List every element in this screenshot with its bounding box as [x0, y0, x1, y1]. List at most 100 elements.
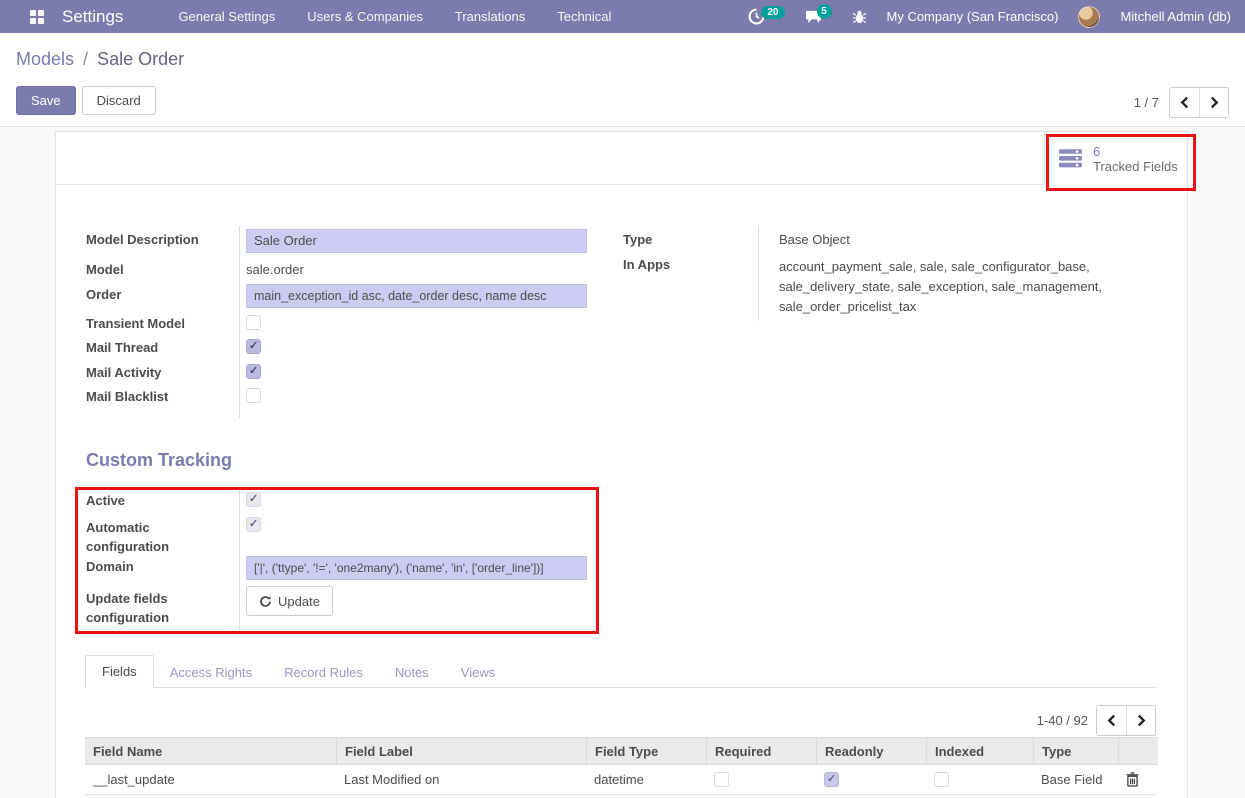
trash-icon: [1126, 772, 1139, 787]
form-sheet: 6 Tracked Fields Model Description Sale …: [55, 131, 1188, 798]
cell-field-name[interactable]: __last_update: [85, 765, 336, 794]
mail-activity-checkbox[interactable]: [246, 364, 261, 379]
cell-readonly-checkbox[interactable]: [824, 772, 839, 787]
navbar-right: 20 5 My Company (San Francisco) Mitchell…: [748, 6, 1245, 28]
fields-list-previous-button[interactable]: [1097, 706, 1126, 735]
mail-thread-checkbox[interactable]: [246, 339, 261, 354]
fields-table: Field Name Field Label Field Type Requir…: [85, 737, 1158, 795]
fields-list-next-button[interactable]: [1126, 706, 1155, 735]
in-apps-value: account_payment_sale, sale, sale_configu…: [779, 257, 1161, 317]
domain-input[interactable]: ['|', ('ttype', '!=', 'one2many'), ('nam…: [246, 556, 587, 580]
main-menu: General Settings Users & Companies Trans…: [178, 9, 611, 24]
user-menu[interactable]: Mitchell Admin (db): [1120, 9, 1231, 24]
previous-record-button[interactable]: [1170, 88, 1199, 117]
chevron-right-icon: [1137, 714, 1146, 727]
order-input[interactable]: main_exception_id asc, date_order desc, …: [246, 284, 587, 308]
menu-general-settings[interactable]: General Settings: [178, 9, 275, 24]
model-value: sale.order: [246, 262, 304, 277]
tracked-fields-label: Tracked Fields: [1093, 159, 1178, 174]
tracked-fields-button[interactable]: 6 Tracked Fields: [1044, 132, 1187, 185]
menu-translations[interactable]: Translations: [455, 9, 525, 24]
model-description-input[interactable]: Sale Order: [246, 229, 587, 253]
breadcrumb-models-link[interactable]: Models: [16, 49, 74, 69]
update-fields-configuration-label: Update fields configuration: [86, 589, 236, 627]
transient-model-label: Transient Model: [86, 316, 236, 331]
mail-activity-label: Mail Activity: [86, 365, 236, 380]
form-buttons: Save Discard: [16, 86, 156, 115]
type-value: Base Object: [779, 232, 850, 247]
breadcrumb: Models / Sale Order: [16, 49, 184, 70]
cell-indexed-checkbox[interactable]: [934, 772, 949, 787]
record-pager: 1 / 7: [1134, 87, 1229, 118]
update-button-label: Update: [278, 594, 320, 609]
update-button[interactable]: Update: [246, 586, 333, 616]
button-box: 6 Tracked Fields: [56, 132, 1187, 185]
header-type[interactable]: Type: [1033, 738, 1118, 764]
tracked-fields-count: 6: [1093, 144, 1178, 159]
bug-icon: [852, 9, 867, 25]
tab-access-rights[interactable]: Access Rights: [154, 657, 268, 688]
model-description-label: Model Description: [86, 232, 236, 247]
active-label: Active: [86, 493, 236, 508]
activities-button[interactable]: 20: [748, 8, 784, 25]
tracked-fields-icon: [1059, 149, 1083, 168]
mail-thread-label: Mail Thread: [86, 340, 236, 355]
transient-model-checkbox[interactable]: [246, 315, 261, 330]
in-apps-label: In Apps: [623, 257, 773, 272]
breadcrumb-separator: /: [79, 49, 92, 69]
type-label: Type: [623, 232, 773, 247]
header-field-type[interactable]: Field Type: [586, 738, 706, 764]
model-label: Model: [86, 262, 236, 277]
record-pager-counter: 1 / 7: [1134, 95, 1159, 110]
chevron-left-icon: [1180, 96, 1189, 109]
cell-type[interactable]: Base Field: [1033, 765, 1118, 794]
company-switcher[interactable]: My Company (San Francisco): [887, 9, 1059, 24]
apps-menu-icon[interactable]: [30, 10, 44, 24]
active-checkbox[interactable]: [246, 492, 261, 507]
tab-views[interactable]: Views: [445, 657, 511, 688]
custom-tracking-title: Custom Tracking: [86, 450, 232, 471]
top-navbar: Settings General Settings Users & Compan…: [0, 0, 1245, 33]
fields-list-pager-counter: 1-40 / 92: [1037, 713, 1088, 728]
messages-button[interactable]: 5: [805, 9, 832, 24]
control-panel: Models / Sale Order Save Discard 1 / 7: [0, 33, 1245, 127]
tracking-group-separator: [239, 488, 240, 635]
cell-field-label[interactable]: Last Modified on: [336, 765, 586, 794]
header-readonly[interactable]: Readonly: [816, 738, 926, 764]
grid-icon: [30, 10, 44, 24]
domain-label: Domain: [86, 559, 236, 574]
cell-field-type[interactable]: datetime: [586, 765, 706, 794]
automatic-configuration-checkbox[interactable]: [246, 517, 261, 532]
mail-blacklist-label: Mail Blacklist: [86, 389, 236, 404]
header-field-name[interactable]: Field Name: [85, 738, 336, 764]
fields-list-pager: 1-40 / 92: [1037, 705, 1156, 736]
record-pager-buttons: [1169, 87, 1229, 118]
header-required[interactable]: Required: [706, 738, 816, 764]
order-label: Order: [86, 287, 236, 302]
app-title[interactable]: Settings: [62, 7, 123, 27]
breadcrumb-current: Sale Order: [97, 49, 184, 69]
next-record-button[interactable]: [1199, 88, 1228, 117]
menu-users-companies[interactable]: Users & Companies: [307, 9, 423, 24]
save-button[interactable]: Save: [16, 86, 76, 115]
table-row[interactable]: __last_update Last Modified on datetime …: [85, 765, 1158, 795]
mail-blacklist-checkbox[interactable]: [246, 388, 261, 403]
menu-technical[interactable]: Technical: [557, 9, 611, 24]
activities-badge: 20: [761, 6, 784, 19]
user-avatar[interactable]: [1078, 6, 1100, 28]
tab-fields[interactable]: Fields: [85, 655, 154, 688]
cell-required-checkbox[interactable]: [714, 772, 729, 787]
fields-list-pager-buttons: [1096, 705, 1156, 736]
debug-button[interactable]: [852, 9, 867, 25]
left-group-separator: [239, 226, 240, 418]
cell-delete[interactable]: [1118, 765, 1158, 794]
tab-record-rules[interactable]: Record Rules: [268, 657, 379, 688]
notebook-tabs: Fields Access Rights Record Rules Notes …: [85, 657, 1156, 688]
tab-notes[interactable]: Notes: [379, 657, 445, 688]
header-field-label[interactable]: Field Label: [336, 738, 586, 764]
chevron-left-icon: [1107, 714, 1116, 727]
fields-table-header: Field Name Field Label Field Type Requir…: [85, 737, 1158, 765]
header-indexed[interactable]: Indexed: [926, 738, 1033, 764]
discard-button[interactable]: Discard: [82, 86, 156, 115]
header-actions: [1118, 738, 1158, 764]
